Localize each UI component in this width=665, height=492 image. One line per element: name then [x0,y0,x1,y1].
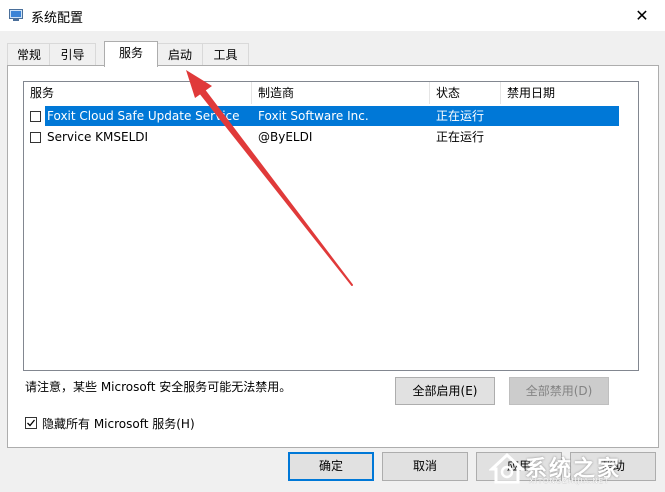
table-row[interactable]: Service KMSELDI @ByELDI 正在运行 [24,127,619,147]
disable-all-button[interactable]: 全部禁用(D) [509,377,609,405]
column-header-status[interactable]: 状态 [430,82,500,104]
service-vendor: Foxit Software Inc. [258,109,369,123]
msconfig-icon [9,9,23,21]
column-header-service[interactable]: 服务 [24,82,251,104]
services-panel: 服务 制造商 状态 禁用日期 Foxit Cloud Safe Update S… [7,65,659,448]
column-header-vendor[interactable]: 制造商 [252,82,429,104]
service-checkbox[interactable] [30,111,41,122]
house-logo-icon [489,452,525,484]
cancel-button[interactable]: 取消 [382,452,468,481]
close-button[interactable]: ✕ [619,0,665,31]
tab-general[interactable]: 常规 [7,43,51,66]
enable-all-button[interactable]: 全部启用(E) [395,377,495,405]
service-checkbox[interactable] [30,132,41,143]
table-row[interactable]: Foxit Cloud Safe Update Service Foxit So… [24,106,619,126]
service-status: 正在运行 [436,109,485,123]
service-name: Service KMSELDI [47,130,149,144]
tab-services[interactable]: 服务 [104,41,158,67]
tab-startup[interactable]: 启动 [156,43,204,66]
hide-microsoft-services-label: 隐藏所有 Microsoft 服务(H) [42,417,195,431]
watermark: 系统之家 XITONGZHIJIA.NET [489,449,657,487]
title-bar: 系统配置 ✕ [0,0,665,31]
close-icon: ✕ [635,6,649,25]
service-status: 正在运行 [436,130,485,144]
hide-microsoft-services-checkbox[interactable] [25,417,37,429]
tab-tools[interactable]: 工具 [202,43,249,66]
system-configuration-window: 系统配置 ✕ 常规 引导 服务 启动 工具 服务 制造商 状态 禁用日期 Fox… [0,0,665,492]
column-header-disabled-date[interactable]: 禁用日期 [501,82,631,104]
services-list[interactable]: 服务 制造商 状态 禁用日期 Foxit Cloud Safe Update S… [23,81,639,371]
tab-boot[interactable]: 引导 [49,43,96,66]
ok-button[interactable]: 确定 [288,452,374,481]
window-title: 系统配置 [31,11,84,26]
watermark-subtext: XITONGZHIJIA.NET [529,477,610,485]
checkmark-icon [27,419,36,427]
service-name: Foxit Cloud Safe Update Service [47,109,240,123]
service-vendor: @ByELDI [258,130,313,144]
security-services-note: 请注意，某些 Microsoft 安全服务可能无法禁用。 [25,380,292,394]
